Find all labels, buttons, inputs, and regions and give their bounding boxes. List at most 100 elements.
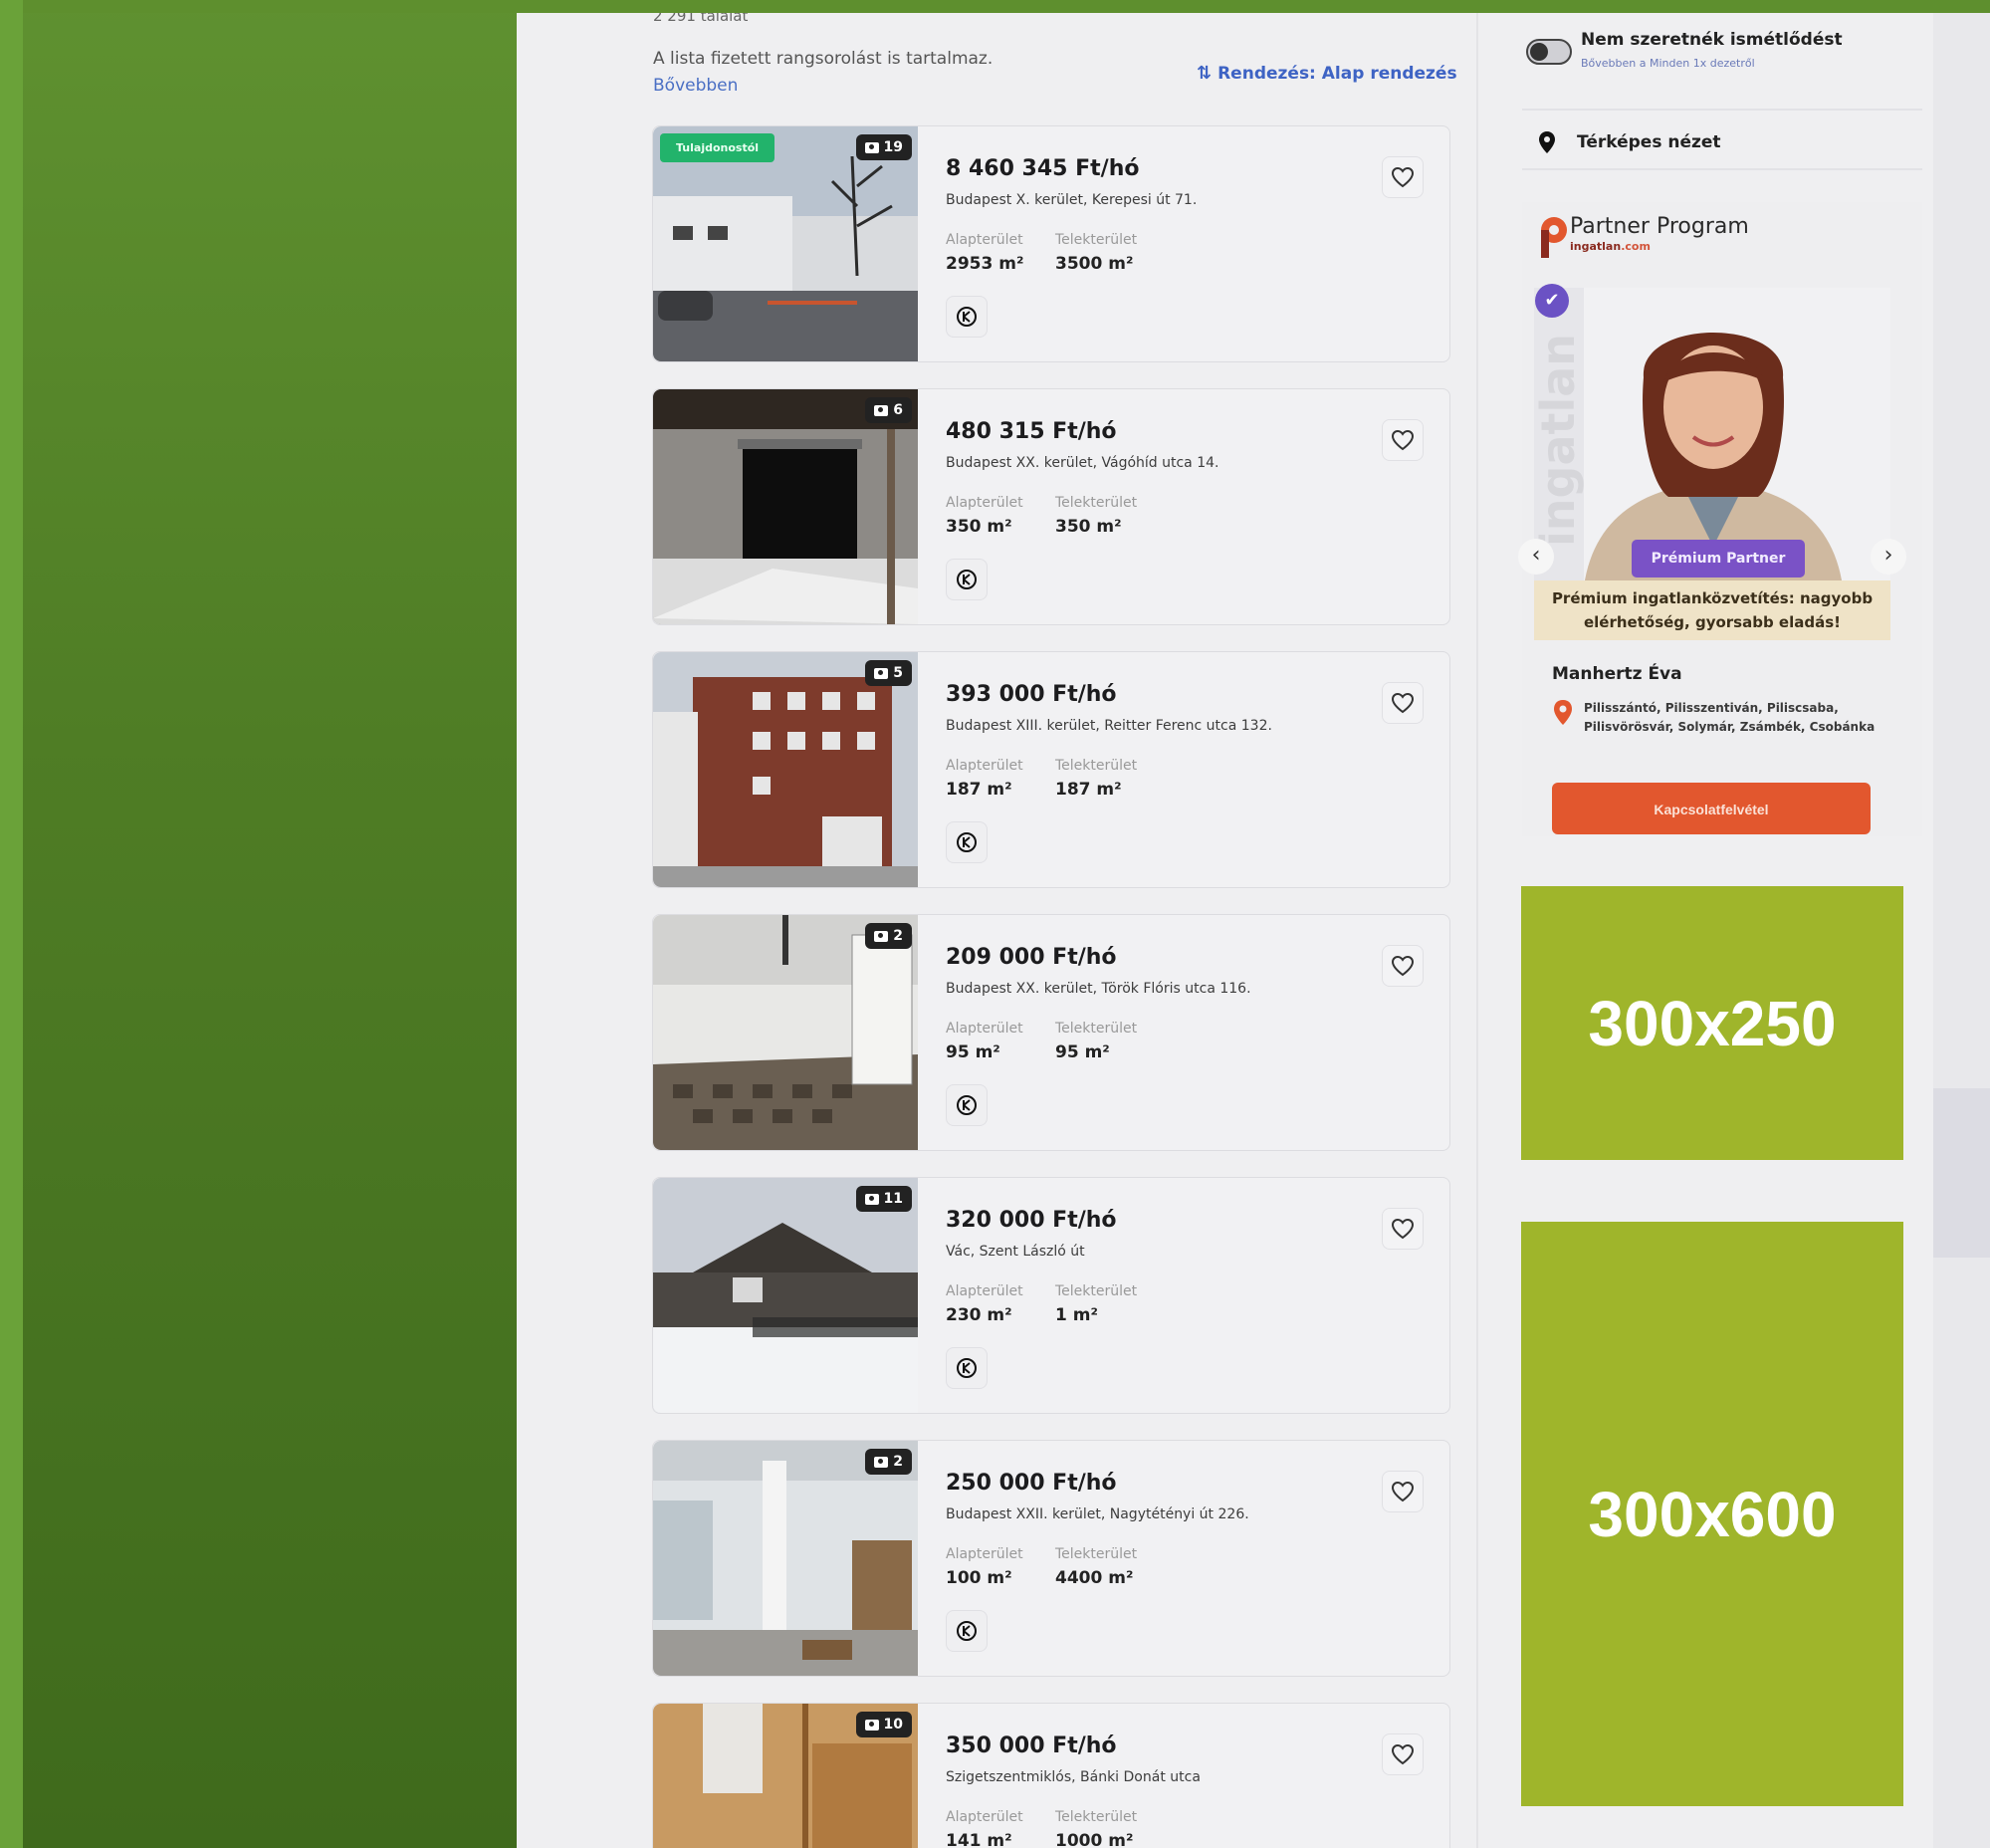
contact-button[interactable]: Kapcsolatfelvétel <box>1552 783 1871 834</box>
photo-count: 5 <box>893 665 903 681</box>
carousel-prev-button[interactable]: ‹ <box>1518 539 1554 575</box>
listing-photo[interactable]: 5 <box>653 652 918 887</box>
svg-text:ingatlan: ingatlan <box>1534 334 1585 547</box>
listing-price[interactable]: 250 000 Ft/hó <box>946 1471 1117 1496</box>
background-top-strip <box>23 0 1990 13</box>
listing-card[interactable]: 5 393 000 Ft/hó Budapest XIII. kerület, Re… <box>652 651 1450 888</box>
heart-icon <box>1391 1743 1415 1765</box>
no-repeat-more-link[interactable]: Bővebben a Minden 1x dezetről <box>1581 57 1755 70</box>
sort-button[interactable]: ⇅ Rendezés: Alap rendezés <box>1197 63 1457 84</box>
result-count: 2 291 találat <box>653 13 749 25</box>
floor-area-value: 141 m² <box>946 1831 1012 1848</box>
listing-card[interactable]: 10 350 000 Ft/hó Szigetszentmiklós, Bánki … <box>652 1703 1450 1848</box>
commission-badge <box>946 296 988 338</box>
photo-count-badge: 2 <box>865 1449 912 1475</box>
photo-count-badge: 2 <box>865 923 912 949</box>
listing-photo[interactable]: 2 <box>653 915 918 1150</box>
location-pin-icon <box>1554 700 1572 725</box>
lot-area-label: Telekterület <box>1055 1809 1138 1825</box>
ad-slot-300x250[interactable]: 300x250 <box>1521 886 1903 1160</box>
floor-area-label: Alapterület <box>946 1021 1023 1037</box>
more-info-link[interactable]: Bővebben <box>653 76 738 96</box>
agent-name: Manhertz Éva <box>1552 664 1682 684</box>
listing-address: Vác, Szent László út <box>946 1244 1085 1260</box>
floor-area-label: Alapterület <box>946 1283 1023 1299</box>
listing-address: Budapest XIII. kerület, Reitter Ferenc u… <box>946 718 1272 734</box>
commission-badge <box>946 559 988 600</box>
favorite-button[interactable] <box>1382 1208 1424 1250</box>
partner-program-card: Partner Program ingatlan.com ingatlan ✔ … <box>1518 202 1922 836</box>
photo-count-badge: 6 <box>865 397 912 423</box>
favorite-button[interactable] <box>1382 156 1424 198</box>
floor-area-value: 350 m² <box>946 517 1012 537</box>
favorite-button[interactable] <box>1382 945 1424 987</box>
owner-tag: Tulajdonostól <box>660 133 775 162</box>
right-edge-panel <box>1933 13 1990 1848</box>
agent-locations: Pilisszántó, Pilisszentiván, Piliscsaba,… <box>1584 701 1876 734</box>
floor-area-label: Alapterület <box>946 495 1023 511</box>
listing-address: Szigetszentmiklós, Bánki Donát utca <box>946 1769 1201 1785</box>
listing-photo[interactable]: Tulajdonostól 19 <box>653 126 918 361</box>
listing-card[interactable]: 2 250 000 Ft/hó Budapest XXII. kerület, Na… <box>652 1440 1450 1677</box>
listing-photo[interactable]: 6 <box>653 389 918 624</box>
premium-partner-badge: Prémium Partner <box>1632 540 1805 578</box>
lot-area-label: Telekterület <box>1055 495 1138 511</box>
camera-icon <box>874 667 889 679</box>
lot-area-label: Telekterület <box>1055 758 1138 774</box>
listing-card[interactable]: 2 209 000 Ft/hó Budapest XX. kerület, Törö… <box>652 914 1450 1151</box>
listing-card[interactable]: 6 480 315 Ft/hó Budapest XX. kerület, Vágó… <box>652 388 1450 625</box>
favorite-button[interactable] <box>1382 1733 1424 1775</box>
heart-icon <box>1391 429 1415 451</box>
photo-count: 11 <box>883 1191 903 1207</box>
listing-photo-image <box>653 915 918 1150</box>
listing-price[interactable]: 8 460 345 Ft/hó <box>946 156 1140 181</box>
no-repeat-toggle[interactable] <box>1526 39 1572 65</box>
camera-icon <box>874 1456 889 1468</box>
listing-price[interactable]: 350 000 Ft/hó <box>946 1733 1117 1758</box>
listing-price[interactable]: 209 000 Ft/hó <box>946 945 1117 970</box>
map-pin-icon <box>1539 131 1555 153</box>
photo-count: 2 <box>893 928 903 944</box>
listing-photo[interactable]: 10 <box>653 1704 918 1848</box>
listing-price[interactable]: 480 315 Ft/hó <box>946 419 1117 444</box>
commission-icon <box>957 1358 977 1378</box>
commission-icon <box>957 1095 977 1115</box>
carousel-next-button[interactable]: › <box>1871 539 1906 575</box>
favorite-button[interactable] <box>1382 1471 1424 1512</box>
camera-icon <box>864 1193 879 1205</box>
heart-icon <box>1391 1218 1415 1240</box>
ad-slot-300x600[interactable]: 300x600 <box>1521 1222 1903 1806</box>
favorite-button[interactable] <box>1382 419 1424 461</box>
heart-icon <box>1391 1481 1415 1502</box>
photo-count: 6 <box>893 402 903 418</box>
commission-badge <box>946 1347 988 1389</box>
listing-price[interactable]: 393 000 Ft/hó <box>946 682 1117 707</box>
listing-photo[interactable]: 11 <box>653 1178 918 1413</box>
floor-area-value: 100 m² <box>946 1568 1012 1588</box>
floor-area-value: 187 m² <box>946 780 1012 800</box>
lot-area-value: 187 m² <box>1055 780 1122 800</box>
commission-icon <box>957 307 977 327</box>
divider <box>1522 168 1922 170</box>
lot-area-value: 1000 m² <box>1055 1831 1134 1848</box>
listing-card[interactable]: 11 320 000 Ft/hó Vác, Szent László út Alapt… <box>652 1177 1450 1414</box>
map-view-link[interactable]: Térképes nézet <box>1537 130 1721 154</box>
map-view-label: Térképes nézet <box>1577 132 1721 152</box>
lot-area-value: 4400 m² <box>1055 1568 1134 1588</box>
listing-card[interactable]: Tulajdonostól 19 8 460 345 Ft/hó Budapest X… <box>652 125 1450 362</box>
listing-page: 2 291 találat A lista fizetett rangsorol… <box>517 13 1990 1848</box>
partner-logo-icon <box>1541 217 1567 258</box>
listing-price[interactable]: 320 000 Ft/hó <box>946 1208 1117 1233</box>
listing-photo[interactable]: 2 <box>653 1441 918 1676</box>
listing-photo-image <box>653 1441 918 1676</box>
favorite-button[interactable] <box>1382 682 1424 724</box>
lot-area-label: Telekterület <box>1055 1283 1138 1299</box>
heart-icon <box>1391 692 1415 714</box>
sort-label: Rendezés: Alap rendezés <box>1217 63 1457 84</box>
floor-area-label: Alapterület <box>946 1546 1023 1562</box>
heart-icon <box>1391 166 1415 188</box>
camera-icon <box>864 1719 879 1731</box>
commission-badge <box>946 1084 988 1126</box>
column-separator <box>1476 13 1478 1848</box>
no-repeat-title: Nem szeretnék ismétlődést <box>1581 30 1843 50</box>
